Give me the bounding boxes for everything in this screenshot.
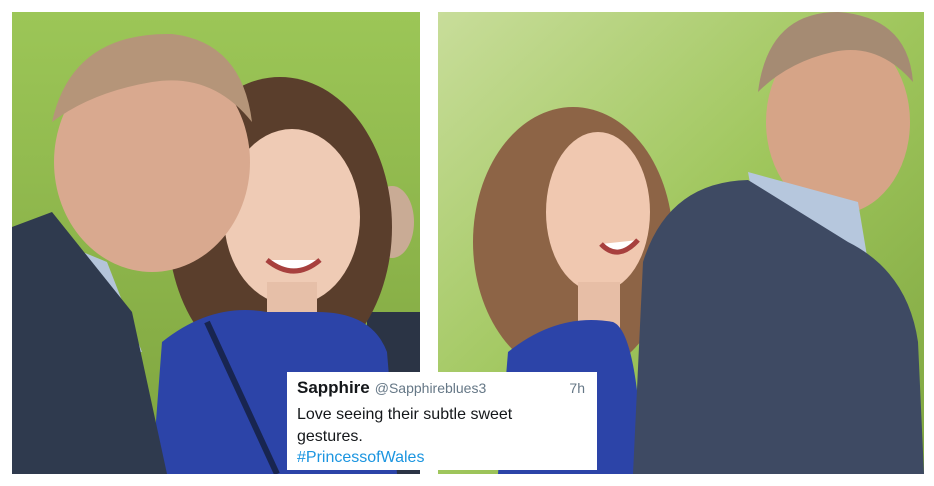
tweet-card: Sapphire @Sapphireblues3 7h Love seeing … <box>287 372 597 470</box>
tweet-hashtag-link[interactable]: #PrincessofWales <box>297 448 587 468</box>
tweet-text: Love seeing their subtle sweet gestures. <box>297 406 513 445</box>
tweet-timestamp[interactable]: 7h <box>569 380 585 396</box>
tweet-author-handle[interactable]: @Sapphireblues3 <box>375 380 487 396</box>
tweet-author-name[interactable]: Sapphire <box>297 378 370 398</box>
tweet-header: Sapphire @Sapphireblues3 7h <box>297 378 587 400</box>
